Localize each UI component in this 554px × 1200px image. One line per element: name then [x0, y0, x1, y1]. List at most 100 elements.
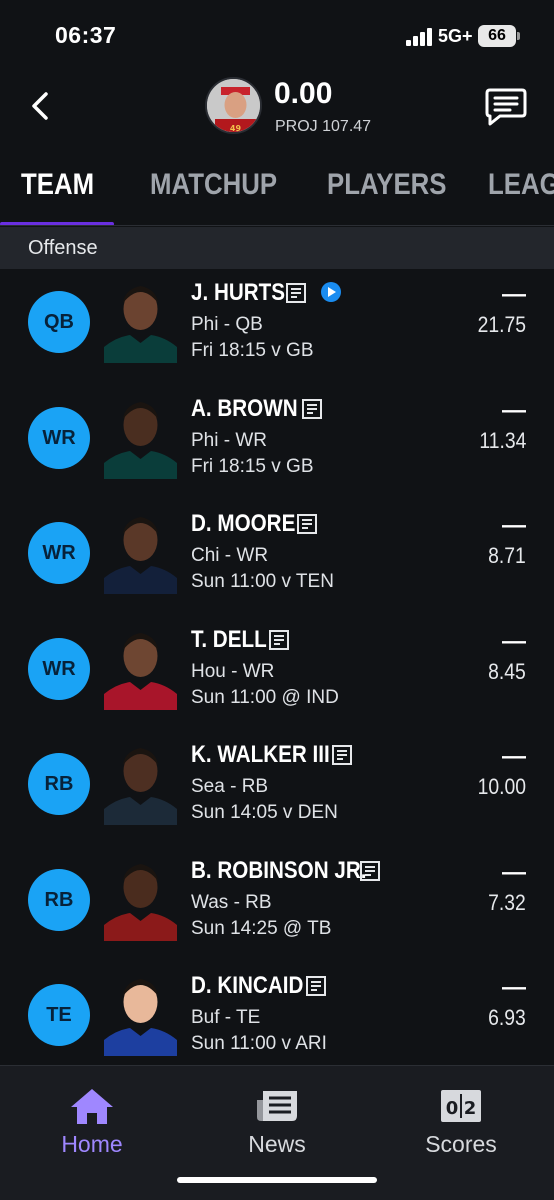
position-badge[interactable]: QB	[28, 291, 90, 353]
network-label: 5G+	[438, 26, 473, 46]
player-note-icon[interactable]	[285, 282, 307, 304]
player-name[interactable]: D. MOORE	[191, 510, 295, 538]
player-projection: 8.71	[488, 543, 526, 568]
svg-text:2: 2	[464, 1098, 477, 1119]
player-team-position: Was - RB	[191, 891, 272, 913]
player-score: —	[502, 396, 526, 424]
player-team-position: Buf - TE	[191, 1007, 261, 1028]
player-score: —	[502, 627, 526, 655]
chevron-left-icon	[32, 92, 48, 120]
player-score: —	[502, 974, 526, 1001]
player-projection: 8.45	[488, 658, 526, 684]
section-header-offense: Offense	[0, 227, 554, 269]
player-game-info: Sun 14:05 v DEN	[191, 802, 338, 823]
player-note-icon[interactable]	[296, 513, 318, 535]
status-time: 06:37	[55, 22, 117, 48]
player-row[interactable]: RB B. ROBINSON JR. Was - RB Sun 14:25 @ …	[0, 847, 554, 963]
team-projection: PROJ 107.47	[275, 118, 372, 135]
player-score: —	[502, 512, 526, 539]
player-note-icon[interactable]	[268, 629, 290, 651]
home-indicator	[177, 1177, 377, 1183]
player-row[interactable]: QB J. HURTS Phi - QB Fri 18:15 v GB — 21…	[0, 269, 554, 385]
player-team-position: Hou - WR	[191, 660, 275, 682]
player-name[interactable]: A. BROWN	[191, 395, 298, 423]
player-note-icon[interactable]	[301, 398, 323, 420]
signal-icon	[406, 28, 434, 46]
nav-home-label: Home	[61, 1131, 123, 1157]
player-game-info: Fri 18:15 v GB	[191, 340, 314, 361]
chat-icon	[485, 88, 527, 126]
section-title: Offense	[28, 237, 98, 259]
player-game-info: Fri 18:15 v GB	[191, 455, 314, 477]
player-photo[interactable]	[104, 850, 177, 941]
tab-bar: TEAM MATCHUP PLAYERS LEAG	[0, 152, 554, 226]
player-game-info: Sun 11:00 @ IND	[191, 686, 339, 708]
player-photo[interactable]	[104, 619, 177, 710]
position-badge[interactable]: TE	[28, 984, 90, 1046]
svg-text:0: 0	[446, 1098, 459, 1119]
player-photo[interactable]	[104, 966, 177, 1056]
svg-text:49: 49	[230, 124, 242, 133]
player-name[interactable]: D. KINCAID	[191, 972, 303, 1000]
position-badge[interactable]: WR	[28, 522, 90, 584]
bottom-nav: Home News 0 2 Scores	[0, 1065, 554, 1200]
player-team-position: Phi - WR	[191, 429, 267, 451]
player-photo[interactable]	[104, 504, 177, 594]
tab-players[interactable]: PLAYERS	[327, 168, 446, 202]
back-button[interactable]	[26, 86, 62, 126]
nav-news[interactable]: News	[207, 1086, 347, 1158]
tab-team[interactable]: TEAM	[21, 168, 94, 202]
chat-button[interactable]	[484, 86, 528, 128]
player-projection: 21.75	[477, 312, 526, 337]
avatar[interactable]: 49	[205, 77, 262, 134]
nav-scores[interactable]: 0 2 Scores	[391, 1086, 531, 1158]
player-projection: 10.00	[477, 774, 526, 799]
player-name[interactable]: J. HURTS	[191, 279, 285, 307]
video-play-icon[interactable]	[320, 281, 342, 303]
player-photo[interactable]	[104, 273, 177, 363]
player-game-info: Sun 14:25 @ TB	[191, 917, 332, 939]
active-tab-indicator	[0, 222, 114, 225]
player-row[interactable]: TE D. KINCAID Buf - TE Sun 11:00 v ARI —…	[0, 962, 554, 1078]
tab-league[interactable]: LEAG	[488, 168, 554, 202]
player-name[interactable]: B. ROBINSON JR.	[191, 857, 366, 885]
home-icon	[71, 1089, 113, 1124]
player-projection: 7.32	[488, 889, 526, 915]
player-photo[interactable]	[104, 388, 177, 479]
player-row[interactable]: WR T. DELL Hou - WR Sun 11:00 @ IND — 8.…	[0, 616, 554, 732]
player-team-position: Chi - WR	[191, 545, 269, 566]
position-badge[interactable]: RB	[28, 753, 90, 815]
player-team-position: Sea - RB	[191, 776, 269, 797]
nav-home[interactable]: Home	[22, 1086, 162, 1158]
position-badge[interactable]: RB	[28, 868, 90, 931]
player-list: QB J. HURTS Phi - QB Fri 18:15 v GB — 21…	[0, 269, 554, 1078]
player-row[interactable]: WR D. MOORE Chi - WR Sun 11:00 v TEN — 8…	[0, 500, 554, 616]
player-score: —	[502, 743, 526, 770]
player-row[interactable]: RB K. WALKER III Sea - RB Sun 14:05 v DE…	[0, 731, 554, 847]
player-name[interactable]: K. WALKER III	[191, 741, 330, 769]
status-bar: 06:37 5G+ 66	[0, 0, 554, 72]
position-badge[interactable]: WR	[28, 637, 90, 700]
player-projection: 11.34	[478, 427, 526, 453]
scores-icon: 0 2	[441, 1090, 481, 1122]
player-game-info: Sun 11:00 v TEN	[191, 571, 334, 592]
player-name[interactable]: T. DELL	[191, 626, 267, 654]
team-score: 0.00	[274, 77, 333, 110]
battery-icon: 66	[478, 25, 520, 47]
player-note-icon[interactable]	[331, 744, 353, 766]
news-icon	[257, 1091, 297, 1121]
player-note-icon[interactable]	[305, 975, 327, 997]
player-photo[interactable]	[104, 735, 177, 825]
player-projection: 6.93	[488, 1005, 526, 1030]
nav-scores-label: Scores	[425, 1131, 497, 1157]
player-score: —	[502, 281, 526, 308]
player-row[interactable]: WR A. BROWN Phi - WR Fri 18:15 v GB — 11…	[0, 385, 554, 501]
player-note-icon[interactable]	[359, 860, 381, 882]
tab-matchup[interactable]: MATCHUP	[150, 168, 277, 202]
player-team-position: Phi - QB	[191, 314, 263, 335]
player-game-info: Sun 11:00 v ARI	[191, 1033, 327, 1054]
nav-news-label: News	[248, 1131, 306, 1157]
team-header: 49 0.00 PROJ 107.47	[0, 72, 554, 152]
player-score: —	[502, 858, 526, 886]
position-badge[interactable]: WR	[28, 406, 90, 469]
